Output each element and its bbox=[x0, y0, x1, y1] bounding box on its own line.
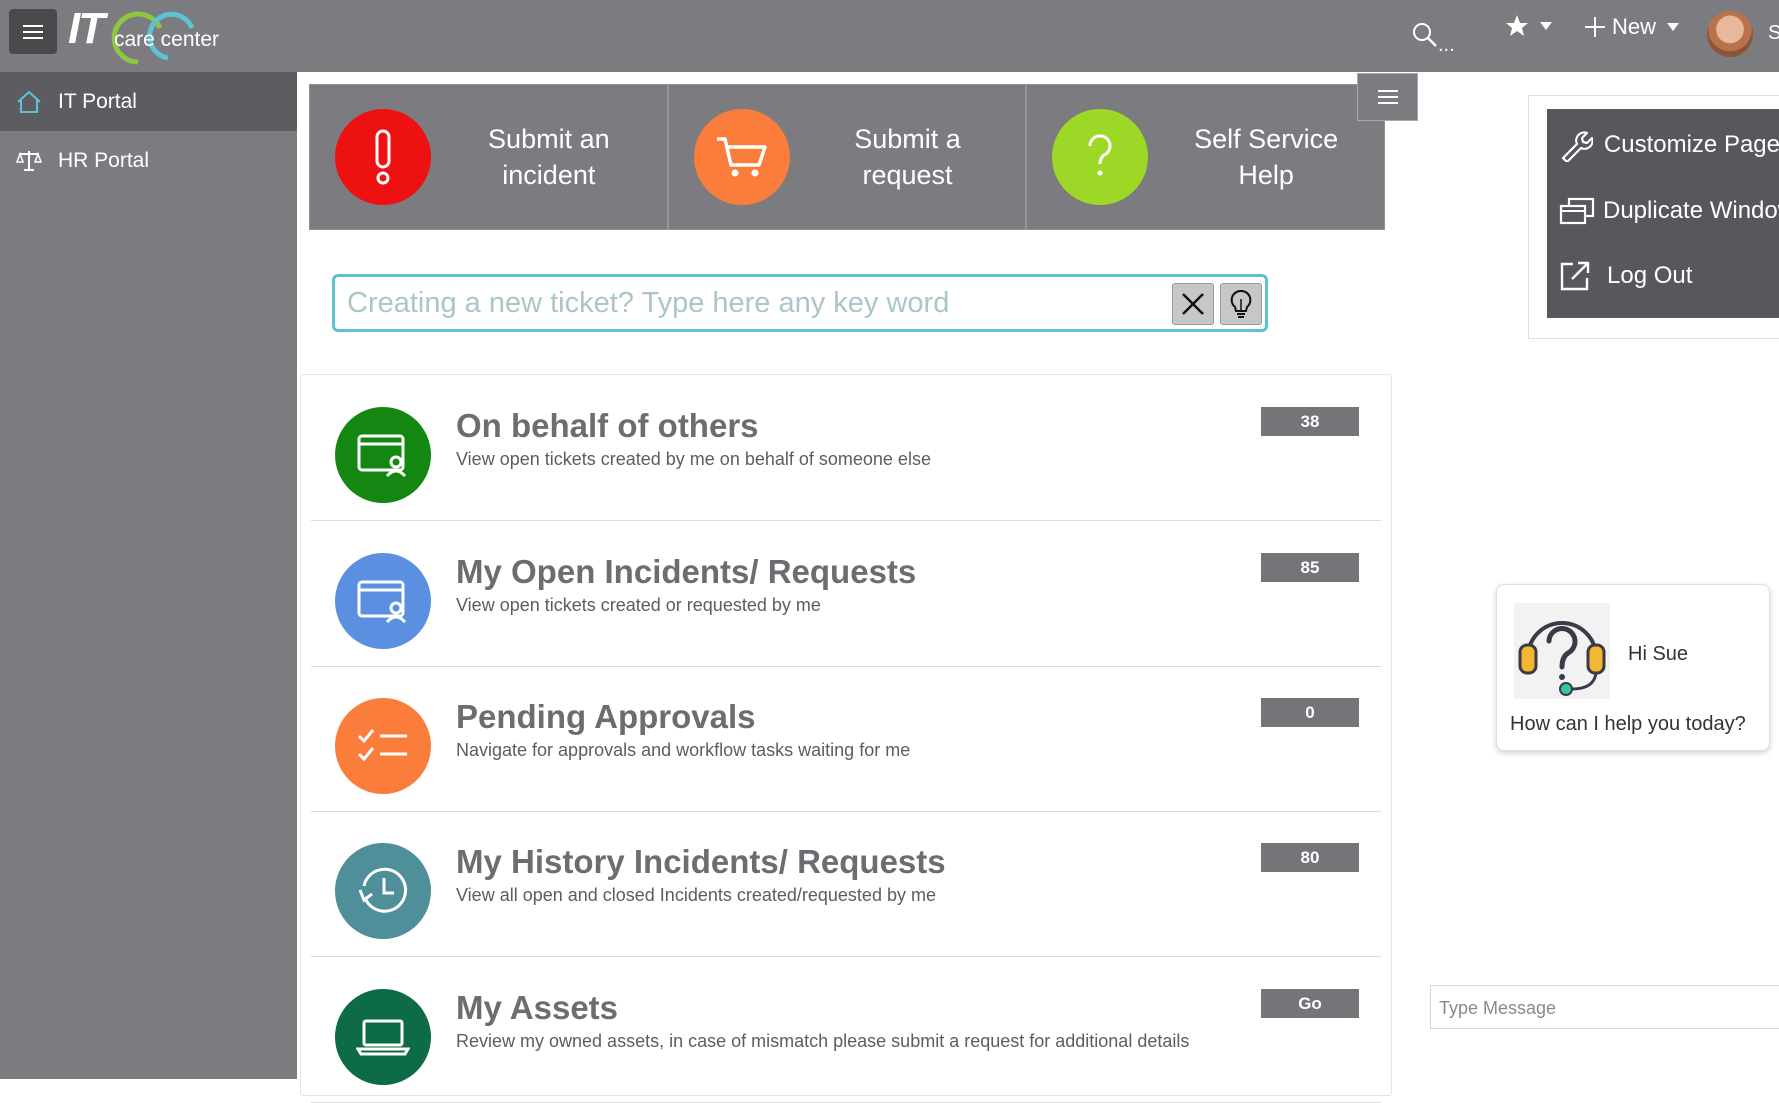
scale-icon bbox=[14, 150, 44, 172]
count-badge: 0 bbox=[1261, 698, 1359, 727]
list-item-title: My Assets bbox=[456, 989, 619, 1026]
checklist-icon bbox=[335, 698, 431, 794]
tile-label-line2: incident bbox=[502, 160, 596, 190]
self-service-help-tile[interactable]: Self Service Help bbox=[1027, 85, 1384, 229]
user-name-truncated[interactable]: S bbox=[1768, 22, 1779, 45]
tile-label-line2: Help bbox=[1238, 160, 1294, 190]
duplicate-window-icon bbox=[1559, 197, 1595, 225]
menu-item-duplicate-window[interactable]: Duplicate Window bbox=[1547, 187, 1779, 235]
lightbulb-icon bbox=[1230, 289, 1252, 318]
sidebar-item-it-portal[interactable]: IT Portal bbox=[0, 72, 297, 131]
menu-item-label: Customize Page bbox=[1603, 131, 1779, 158]
external-link-icon bbox=[1559, 260, 1599, 292]
tile-label-line2: request bbox=[862, 160, 953, 190]
submit-incident-tile[interactable]: Submit an incident bbox=[310, 85, 669, 229]
logo-text: care center bbox=[114, 28, 220, 51]
cart-icon bbox=[693, 109, 790, 205]
top-bar: IT care center ... New S bbox=[0, 0, 1779, 72]
menu-item-customize-page[interactable]: Customize Page bbox=[1547, 121, 1779, 169]
hamburger-menu-button[interactable] bbox=[9, 9, 57, 54]
count-badge: 85 bbox=[1261, 553, 1359, 582]
laptop-icon bbox=[335, 989, 431, 1085]
new-dropdown[interactable]: New bbox=[1584, 14, 1680, 40]
suggest-button[interactable] bbox=[1220, 283, 1262, 325]
action-tiles: Submit an incident Submit a request Self… bbox=[309, 84, 1385, 230]
clear-search-button[interactable] bbox=[1172, 283, 1214, 325]
sidebar-item-label: HR Portal bbox=[58, 148, 150, 172]
chat-question: How can I help you today? bbox=[1510, 713, 1746, 735]
ticket-search-input[interactable] bbox=[345, 283, 1149, 323]
list-item-title: On behalf of others bbox=[456, 407, 759, 444]
logo-it: IT bbox=[68, 4, 105, 53]
star-icon bbox=[1506, 15, 1528, 36]
favorites-dropdown[interactable] bbox=[1505, 14, 1553, 38]
list-item-subtitle: Review my owned assets, in case of misma… bbox=[456, 1031, 1190, 1051]
tile-label-line1: Submit an bbox=[488, 124, 610, 154]
caret-down-icon bbox=[1667, 23, 1680, 31]
sidebar-item-hr-portal[interactable]: HR Portal bbox=[0, 131, 297, 190]
new-label: New bbox=[1612, 14, 1657, 39]
sidebar-item-label: IT Portal bbox=[58, 89, 137, 113]
list-item-my-open[interactable]: My Open Incidents/ Requests View open ti… bbox=[311, 521, 1381, 667]
global-search-button[interactable]: ... bbox=[1412, 12, 1455, 57]
question-icon bbox=[1052, 109, 1149, 205]
count-badge: 38 bbox=[1261, 407, 1359, 436]
list-item-title: My History Incidents/ Requests bbox=[456, 843, 946, 880]
hamburger-icon bbox=[23, 24, 43, 39]
go-button[interactable]: Go bbox=[1261, 989, 1359, 1018]
wrench-icon bbox=[1559, 128, 1596, 162]
chat-greeting: Hi Sue bbox=[1628, 643, 1689, 665]
caret-down-icon bbox=[1540, 22, 1552, 30]
plus-icon bbox=[1585, 17, 1605, 37]
chat-message-box bbox=[1430, 985, 1779, 1029]
search-more-label: ... bbox=[1438, 34, 1455, 56]
user-avatar[interactable] bbox=[1707, 11, 1753, 57]
list-item-history[interactable]: My History Incidents/ Requests View all … bbox=[311, 811, 1381, 957]
user-card-icon bbox=[335, 553, 431, 649]
chat-message-input[interactable] bbox=[1437, 994, 1771, 1022]
list-item-on-behalf[interactable]: On behalf of others View open tickets cr… bbox=[311, 375, 1381, 521]
list-item-subtitle: View open tickets created by me on behal… bbox=[456, 449, 931, 469]
tile-label: Self Service Help bbox=[1148, 121, 1384, 193]
exclamation-icon bbox=[335, 109, 431, 205]
sidebar: IT Portal HR Portal bbox=[0, 72, 297, 1079]
list-item-subtitle: View open tickets created or requested b… bbox=[456, 595, 821, 615]
tile-label: Submit a request bbox=[790, 121, 1026, 193]
tile-label: Submit an incident bbox=[431, 121, 667, 193]
menu-item-log-out[interactable]: Log Out bbox=[1547, 252, 1779, 300]
close-icon bbox=[1182, 293, 1204, 315]
menu-item-label: Log Out bbox=[1607, 262, 1693, 289]
app-logo[interactable]: IT care center bbox=[68, 4, 238, 68]
history-icon bbox=[335, 843, 431, 939]
search-icon bbox=[1413, 22, 1437, 47]
list-item-title: Pending Approvals bbox=[456, 698, 756, 735]
chatbot-bubble: Hi Sue How can I help you today? bbox=[1496, 584, 1770, 751]
page-options-menu: Customize Page Duplicate Window Log Out bbox=[1528, 95, 1779, 339]
list-item-subtitle: Navigate for approvals and workflow task… bbox=[456, 740, 911, 760]
tiles-menu-button[interactable] bbox=[1357, 73, 1418, 121]
list-item-title: My Open Incidents/ Requests bbox=[456, 553, 917, 590]
tile-label-line1: Self Service bbox=[1194, 124, 1339, 154]
count-badge: 80 bbox=[1261, 843, 1359, 872]
list-item-my-assets[interactable]: My Assets Review my owned assets, in cas… bbox=[311, 957, 1381, 1103]
support-headset-icon bbox=[1514, 603, 1610, 699]
list-menu-icon bbox=[1377, 90, 1398, 104]
ticket-search bbox=[332, 274, 1268, 332]
list-item-pending-approvals[interactable]: Pending Approvals Navigate for approvals… bbox=[311, 666, 1381, 812]
list-item-subtitle: View all open and closed Incidents creat… bbox=[456, 885, 936, 905]
home-icon bbox=[14, 90, 44, 114]
page-options-list: Customize Page Duplicate Window Log Out bbox=[1547, 109, 1779, 318]
submit-request-tile[interactable]: Submit a request bbox=[669, 85, 1028, 229]
menu-item-label: Duplicate Window bbox=[1603, 197, 1779, 224]
user-card-icon bbox=[335, 407, 431, 503]
ticket-list: On behalf of others View open tickets cr… bbox=[300, 374, 1392, 1103]
tile-label-line1: Submit a bbox=[854, 124, 961, 154]
